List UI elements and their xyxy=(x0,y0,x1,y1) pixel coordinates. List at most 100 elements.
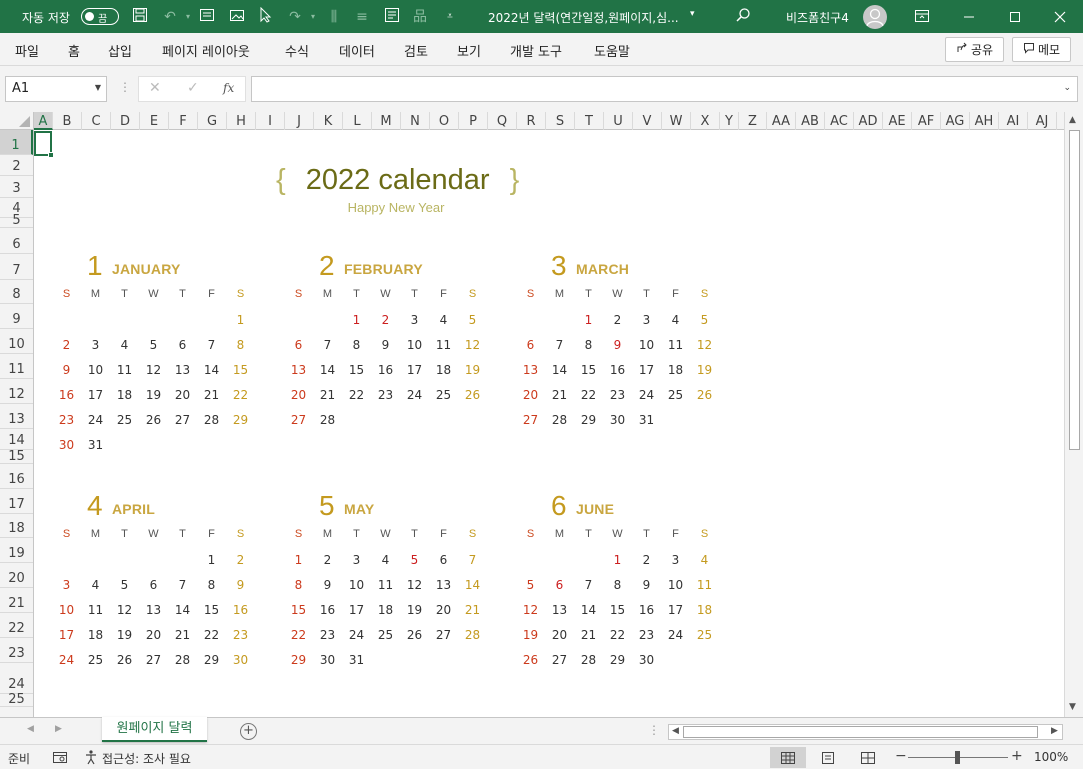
row-header-20[interactable]: 20 xyxy=(0,563,33,588)
column-header-ai[interactable]: AI xyxy=(999,112,1028,130)
calendar-day[interactable]: 23 xyxy=(52,413,81,427)
column-header-c[interactable]: C xyxy=(82,112,111,130)
calendar-day[interactable]: 28 xyxy=(458,628,487,642)
menu-help[interactable]: 도움말 xyxy=(594,41,630,60)
calendar-day[interactable]: 15 xyxy=(574,363,603,377)
calendar-day[interactable]: 10 xyxy=(52,603,81,617)
column-header-aa[interactable]: AA xyxy=(767,112,796,130)
calendar-day[interactable]: 1 xyxy=(284,553,313,567)
calendar-day[interactable]: 12 xyxy=(690,338,719,352)
calendar-day[interactable]: 16 xyxy=(371,363,400,377)
calendar-day[interactable]: 24 xyxy=(632,388,661,402)
calendar-day[interactable]: 4 xyxy=(429,313,458,327)
calendar-day[interactable]: 25 xyxy=(429,388,458,402)
calendar-day[interactable]: 11 xyxy=(429,338,458,352)
column-header-o[interactable]: O xyxy=(430,112,459,130)
calendar-day[interactable]: 16 xyxy=(226,603,255,617)
calendar-day[interactable]: 21 xyxy=(458,603,487,617)
column-header-ab[interactable]: AB xyxy=(796,112,825,130)
calendar-day[interactable]: 24 xyxy=(661,628,690,642)
column-header-e[interactable]: E xyxy=(140,112,169,130)
calendar-day[interactable]: 14 xyxy=(545,363,574,377)
cancel-entry-icon[interactable]: ✕ xyxy=(149,80,161,96)
calendar-day[interactable]: 2 xyxy=(603,313,632,327)
group-icon[interactable]: 品 xyxy=(410,7,430,27)
calendar-day[interactable]: 16 xyxy=(52,388,81,402)
calendar-day[interactable]: 7 xyxy=(197,338,226,352)
calendar-day[interactable]: 13 xyxy=(168,363,197,377)
row-header-6[interactable]: 6 xyxy=(0,228,33,254)
user-avatar[interactable] xyxy=(863,5,887,29)
calendar-day[interactable]: 20 xyxy=(168,388,197,402)
calendar-day[interactable]: 13 xyxy=(284,363,313,377)
redo-icon[interactable]: ↷ xyxy=(285,7,305,27)
tab-split-handle-icon[interactable]: ⋮ xyxy=(648,723,660,737)
row-header-15[interactable]: 15 xyxy=(0,450,33,464)
page-layout-icon[interactable] xyxy=(197,7,217,27)
calendar-day[interactable]: 6 xyxy=(139,578,168,592)
calendar-day[interactable]: 15 xyxy=(603,603,632,617)
calendar-day[interactable]: 15 xyxy=(197,603,226,617)
column-header-w[interactable]: W xyxy=(662,112,691,130)
calendar-day[interactable]: 2 xyxy=(632,553,661,567)
calendar-day[interactable]: 14 xyxy=(574,603,603,617)
calendar-day[interactable]: 20 xyxy=(429,603,458,617)
column-header-z[interactable]: Z xyxy=(739,112,767,130)
calendar-day[interactable]: 30 xyxy=(603,413,632,427)
calendar-day[interactable]: 3 xyxy=(81,338,110,352)
horizontal-scroll-thumb[interactable] xyxy=(683,726,1038,738)
column-header-aj[interactable]: AJ xyxy=(1028,112,1057,130)
calendar-day[interactable]: 24 xyxy=(52,653,81,667)
vertical-scrollbar[interactable]: ▲ ▼ xyxy=(1064,112,1083,717)
calendar-day[interactable]: 9 xyxy=(603,338,632,352)
calendar-day[interactable]: 27 xyxy=(284,413,313,427)
confirm-entry-icon[interactable]: ✓ xyxy=(187,80,199,96)
calendar-day[interactable]: 28 xyxy=(168,653,197,667)
calendar-day[interactable]: 2 xyxy=(52,338,81,352)
menu-page-layout[interactable]: 페이지 레이아웃 xyxy=(162,41,250,60)
calendar-day[interactable]: 10 xyxy=(661,578,690,592)
calendar-day[interactable]: 22 xyxy=(197,628,226,642)
calendar-day[interactable]: 10 xyxy=(400,338,429,352)
calendar-day[interactable]: 29 xyxy=(284,653,313,667)
page-layout-view-button[interactable] xyxy=(810,747,846,768)
calendar-day[interactable]: 22 xyxy=(226,388,255,402)
row-header-19[interactable]: 19 xyxy=(0,538,33,563)
calendar-day[interactable]: 5 xyxy=(458,313,487,327)
customize-qat-icon[interactable]: ⩡ xyxy=(440,7,460,27)
calendar-day[interactable]: 7 xyxy=(545,338,574,352)
calendar-day[interactable]: 7 xyxy=(574,578,603,592)
distribute-icon[interactable]: ≡ xyxy=(352,7,372,27)
document-title[interactable]: 2022년 달력(연간일정,원페이지,심... xyxy=(488,9,679,26)
calendar-day[interactable]: 2 xyxy=(226,553,255,567)
calendar-day[interactable]: 8 xyxy=(574,338,603,352)
next-sheet-icon[interactable]: ▶ xyxy=(55,724,62,734)
row-header-23[interactable]: 23 xyxy=(0,638,33,663)
menu-developer[interactable]: 개발 도구 xyxy=(510,41,562,60)
calendar-day[interactable]: 9 xyxy=(313,578,342,592)
row-header-18[interactable]: 18 xyxy=(0,514,33,538)
row-header-12[interactable]: 12 xyxy=(0,379,33,404)
calendar-day[interactable]: 1 xyxy=(226,313,255,327)
column-header-i[interactable]: I xyxy=(256,112,285,130)
calendar-day[interactable]: 12 xyxy=(458,338,487,352)
formula-bar-grip-icon[interactable]: ⋮ xyxy=(119,80,131,94)
calendar-day[interactable]: 18 xyxy=(81,628,110,642)
calendar-day[interactable]: 11 xyxy=(690,578,719,592)
calendar-day[interactable]: 23 xyxy=(632,628,661,642)
calendar-day[interactable]: 13 xyxy=(139,603,168,617)
zoom-out-button[interactable]: − xyxy=(895,748,907,764)
column-header-h[interactable]: H xyxy=(227,112,256,130)
column-header-ac[interactable]: AC xyxy=(825,112,854,130)
calendar-day[interactable]: 6 xyxy=(284,338,313,352)
add-sheet-button[interactable]: + xyxy=(240,723,257,740)
calendar-day[interactable]: 5 xyxy=(400,553,429,567)
calendar-day[interactable]: 20 xyxy=(545,628,574,642)
ribbon-display-options-icon[interactable] xyxy=(914,8,930,27)
calendar-day[interactable]: 9 xyxy=(52,363,81,377)
calendar-day[interactable]: 11 xyxy=(81,603,110,617)
accessibility-status[interactable]: 접근성: 조사 필요 xyxy=(102,750,191,767)
calendar-day[interactable]: 17 xyxy=(52,628,81,642)
calendar-day[interactable]: 30 xyxy=(313,653,342,667)
column-header-m[interactable]: M xyxy=(372,112,401,130)
